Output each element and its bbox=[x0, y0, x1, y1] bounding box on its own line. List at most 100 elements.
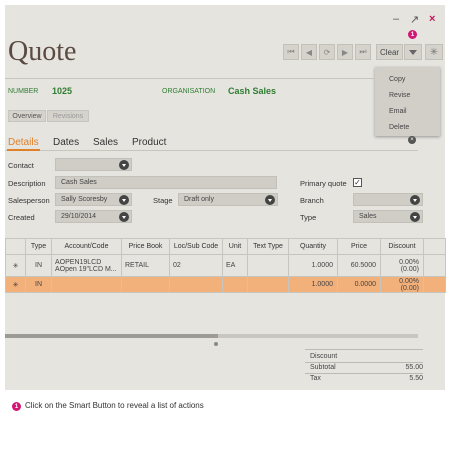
number-label: NUMBER bbox=[8, 88, 39, 95]
scrollbar-thumb[interactable] bbox=[5, 334, 218, 338]
tab-divider bbox=[5, 150, 418, 151]
stage-dropdown-icon[interactable] bbox=[265, 195, 275, 205]
discount-total-label: Discount bbox=[310, 353, 338, 360]
stage-field[interactable]: Draft only bbox=[178, 193, 278, 206]
first-icon: ⏮ bbox=[287, 47, 295, 56]
caption-badge: 1 bbox=[12, 402, 21, 411]
contact-dropdown-icon[interactable] bbox=[119, 160, 129, 170]
created-label: Created bbox=[8, 213, 35, 222]
previous-icon: ◀ bbox=[305, 47, 313, 57]
primary-quote-checkbox[interactable]: ✓ bbox=[353, 178, 362, 187]
contact-label: Contact bbox=[8, 161, 34, 170]
subtab-overview[interactable]: Overview bbox=[8, 110, 46, 122]
refresh-button[interactable]: ⟳ bbox=[319, 44, 335, 60]
cell-quantity[interactable]: 1.0000 bbox=[288, 276, 338, 293]
table-row[interactable]: ✳ IN 1.0000 0.0000 0.00% (0.00) bbox=[5, 276, 446, 293]
cell-type[interactable]: IN bbox=[25, 276, 52, 293]
cell-unit[interactable]: EA bbox=[222, 254, 248, 277]
next-record-button[interactable]: ▶ bbox=[337, 44, 353, 60]
cell-price-book[interactable]: RETAIL bbox=[121, 254, 170, 277]
cell-discount[interactable]: 0.00% (0.00) bbox=[380, 276, 424, 293]
cell-price[interactable]: 60.5000 bbox=[337, 254, 381, 277]
menu-item-revise[interactable]: Revise bbox=[375, 88, 440, 104]
description-field[interactable]: Cash Sales bbox=[55, 176, 277, 189]
first-record-button[interactable]: ⏮ bbox=[283, 44, 299, 60]
cell-discount[interactable]: 0.00% (0.00) bbox=[380, 254, 424, 277]
column-header[interactable]: Discount bbox=[380, 238, 424, 255]
menu-item-email[interactable]: Email bbox=[375, 104, 440, 120]
subtotal-value: 55.00 bbox=[405, 364, 423, 371]
column-header[interactable]: Price Book bbox=[121, 238, 170, 255]
menu-item-copy[interactable]: Copy bbox=[375, 72, 440, 88]
number-value: 1025 bbox=[52, 86, 73, 96]
subtab-revisions[interactable]: Revisions bbox=[47, 110, 89, 122]
discount-percent: 0.00% bbox=[399, 277, 419, 285]
row-options-icon[interactable]: ✳ bbox=[5, 254, 26, 277]
close-window-button[interactable]: × bbox=[429, 13, 435, 25]
organisation-value: Cash Sales bbox=[228, 86, 277, 96]
cell-overflow bbox=[423, 254, 446, 277]
column-header[interactable]: Quantity bbox=[288, 238, 338, 255]
close-icon[interactable]: × bbox=[408, 136, 416, 144]
summary-divider bbox=[305, 349, 423, 350]
clear-button[interactable]: Clear bbox=[376, 44, 403, 60]
summary-divider bbox=[305, 373, 423, 374]
subtotal-label: Subtotal bbox=[310, 364, 336, 371]
discount-amount: (0.00) bbox=[400, 284, 419, 292]
tax-label: Tax bbox=[310, 375, 321, 382]
cell-loc[interactable] bbox=[169, 276, 223, 293]
account-code: AOPEN19LCD bbox=[55, 258, 102, 266]
tab-details[interactable]: Details bbox=[8, 137, 39, 148]
column-header[interactable]: Loc/Sub Code bbox=[169, 238, 223, 255]
column-header[interactable]: Type bbox=[25, 238, 52, 255]
tab-sales[interactable]: Sales bbox=[93, 137, 118, 148]
cell-quantity[interactable]: 1.0000 bbox=[288, 254, 338, 277]
cell-account[interactable]: AOPEN19LCD AOpen 19"LCD M... bbox=[51, 254, 122, 277]
salesperson-dropdown-icon[interactable] bbox=[119, 195, 129, 205]
cell-unit[interactable] bbox=[222, 276, 248, 293]
calendar-dropdown-icon[interactable] bbox=[119, 212, 129, 222]
type-dropdown-icon[interactable] bbox=[410, 212, 420, 222]
salesperson-label: Salesperson bbox=[8, 196, 50, 205]
column-header[interactable]: Text Type bbox=[247, 238, 289, 255]
column-header bbox=[5, 238, 26, 255]
cell-overflow bbox=[423, 276, 446, 293]
menu-item-delete[interactable]: Delete bbox=[375, 120, 440, 136]
stage-label: Stage bbox=[153, 196, 173, 205]
column-header[interactable]: Account/Code bbox=[51, 238, 122, 255]
refresh-icon: ⟳ bbox=[323, 47, 331, 57]
organisation-label: ORGANISATION bbox=[162, 88, 216, 95]
account-description: AOpen 19"LCD M... bbox=[55, 265, 117, 273]
last-record-button[interactable]: ⏭ bbox=[355, 44, 371, 60]
tab-product[interactable]: Product bbox=[132, 137, 166, 148]
column-header bbox=[423, 238, 446, 255]
column-header[interactable]: Price bbox=[337, 238, 381, 255]
cell-type[interactable]: IN bbox=[25, 254, 52, 277]
maximize-button[interactable]: ↗ bbox=[410, 13, 419, 26]
cell-price-book[interactable] bbox=[121, 276, 170, 293]
line-items-grid: Type Account/Code Price Book Loc/Sub Cod… bbox=[5, 238, 446, 293]
smart-button-menu: Copy Revise Email Delete bbox=[375, 67, 440, 136]
smart-button[interactable] bbox=[404, 44, 422, 60]
minimize-button[interactable]: – bbox=[393, 13, 399, 25]
callout-badge: 1 bbox=[408, 30, 417, 39]
cell-loc[interactable]: 02 bbox=[169, 254, 223, 277]
asterisk-icon: ✳ bbox=[429, 46, 439, 58]
table-row[interactable]: ✳ IN AOPEN19LCD AOpen 19"LCD M... RETAIL… bbox=[5, 254, 446, 277]
cell-price[interactable]: 0.0000 bbox=[337, 276, 381, 293]
previous-record-button[interactable]: ◀ bbox=[301, 44, 317, 60]
cell-text-type[interactable] bbox=[247, 276, 289, 293]
branch-dropdown-icon[interactable] bbox=[410, 195, 420, 205]
cell-text-type[interactable] bbox=[247, 254, 289, 277]
row-options-icon[interactable]: ✳ bbox=[5, 276, 26, 293]
settings-button[interactable]: ✳ bbox=[425, 44, 443, 60]
cell-account[interactable] bbox=[51, 276, 122, 293]
last-icon: ⏭ bbox=[359, 47, 367, 56]
grid-header-row: Type Account/Code Price Book Loc/Sub Cod… bbox=[5, 238, 446, 255]
caption-text: Click on the Smart Button to reveal a li… bbox=[25, 401, 204, 410]
tab-dates[interactable]: Dates bbox=[53, 137, 79, 148]
next-icon: ▶ bbox=[341, 47, 349, 57]
primary-quote-label: Primary quote bbox=[300, 179, 347, 188]
column-header[interactable]: Unit bbox=[222, 238, 248, 255]
header-divider bbox=[5, 78, 375, 79]
